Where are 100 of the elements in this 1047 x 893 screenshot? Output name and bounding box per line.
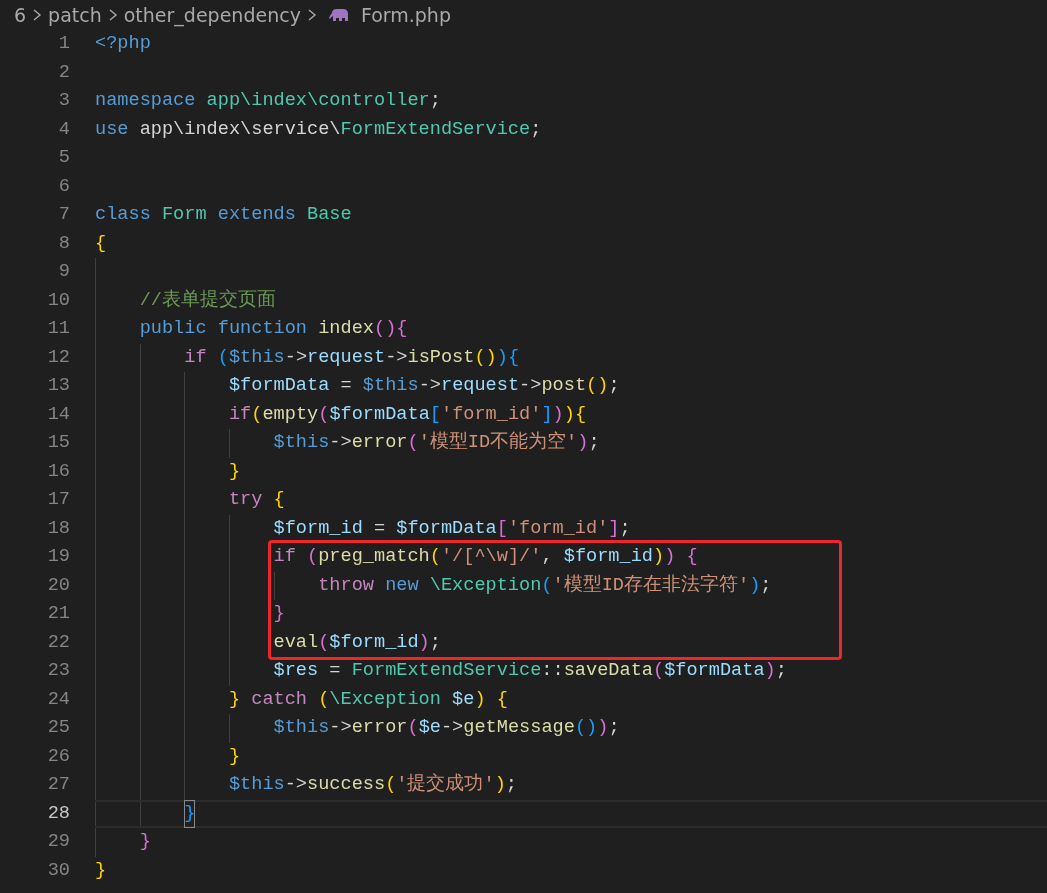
code-token: '模型ID存在非法字符' [552, 573, 750, 598]
code-token: ( [407, 431, 419, 455]
line-number: 4 [57, 117, 70, 142]
code-token: ; [608, 716, 620, 740]
code-token: -> [329, 716, 352, 740]
code-token: -> [329, 431, 352, 455]
code-token: ( [407, 716, 419, 740]
code-token: <?php [95, 32, 151, 56]
code-token: FormExtendService [340, 117, 531, 142]
code-token: '/[^\w]/' [440, 545, 542, 569]
code-token: () [574, 716, 598, 740]
code-token: ( [251, 402, 263, 427]
code-token: { [95, 231, 107, 256]
code-token: , [541, 545, 554, 569]
code-token: ; [608, 374, 620, 398]
code-token: ; [505, 773, 517, 797]
line-number: 13 [46, 374, 70, 398]
code-token: extends [217, 203, 297, 227]
code-token: namespace [95, 89, 197, 113]
code-token: getMessage [463, 716, 575, 740]
line-number: 26 [46, 744, 70, 769]
code-token: '模型ID不能为空' [418, 430, 578, 455]
code-token: ; [530, 117, 542, 142]
code-token: post [541, 374, 587, 398]
code-token: preg_match [318, 545, 430, 569]
breadcrumb-folder[interactable]: 6 [14, 0, 27, 30]
code-token: request [307, 345, 386, 370]
code-token: ){ [496, 345, 520, 370]
line-number: 7 [57, 203, 70, 227]
code-token: } [95, 858, 107, 883]
code-token: ( [541, 573, 553, 598]
code-token: -> [418, 374, 441, 398]
code-token: empty [262, 402, 319, 427]
code-token: $this [228, 773, 285, 797]
code-token: ) [577, 431, 589, 455]
code-token: ] [608, 516, 620, 541]
code-token: } [273, 602, 285, 626]
line-number: 14 [46, 402, 70, 427]
line-number: 9 [57, 260, 70, 284]
code-token: $form_id [273, 516, 363, 541]
code-token: app\index\controller [206, 89, 430, 113]
code-token: $this [362, 374, 419, 398]
code-token: $this [273, 431, 330, 455]
matched-bracket: } [184, 799, 196, 828]
code-token: throw [318, 573, 375, 598]
code-token: \Exception [329, 687, 442, 712]
code-token: ; [429, 630, 441, 655]
code-token: ] [541, 402, 553, 427]
code-token: saveData [563, 659, 653, 683]
line-number: 18 [46, 516, 70, 541]
line-number: 28 [46, 801, 70, 826]
line-number: 20 [46, 573, 70, 598]
code-token: public [139, 317, 208, 341]
line-number: 15 [46, 431, 70, 455]
code-token: 'form_id' [441, 402, 542, 427]
breadcrumb-folder[interactable]: other_dependency [123, 0, 301, 30]
code-token: 'form_id' [507, 516, 609, 541]
breadcrumb-folder[interactable]: patch [48, 0, 102, 30]
code-token: () [474, 345, 497, 370]
code-token: ( [318, 402, 330, 427]
code-token: success [307, 773, 386, 797]
code-token: ( [307, 545, 319, 569]
code-token: -> [440, 716, 464, 740]
code-token: ; [775, 659, 787, 683]
line-number: 12 [46, 345, 70, 370]
code-token: try [228, 488, 264, 512]
code-token: Form [161, 203, 208, 227]
line-number: 19 [46, 545, 70, 569]
code-token: isPost [407, 345, 475, 370]
code-token: \Exception [429, 573, 542, 598]
code-token: ; [429, 89, 441, 113]
code-token: $this [228, 345, 285, 370]
code-token: ( [217, 345, 229, 370]
breadcrumb-file[interactable]: Form.php [360, 0, 451, 30]
line-number: 22 [46, 630, 70, 655]
code-token: } [228, 459, 241, 484]
line-number: 3 [57, 89, 70, 113]
line-number: 23 [46, 659, 70, 683]
code-token: [ [429, 402, 441, 427]
code-token: -> [284, 345, 308, 370]
line-number: 1 [57, 32, 70, 56]
code-token: (){ [374, 317, 408, 341]
code-token: ) [749, 573, 761, 598]
code-token: ) { [664, 545, 698, 569]
code-token: request [440, 374, 520, 398]
code-token: = [373, 516, 387, 541]
code-token: class [95, 203, 152, 227]
line-number: 16 [46, 459, 70, 484]
code-token: -> [284, 773, 308, 797]
code-token: ) [552, 402, 564, 427]
code-token: $form_id [329, 630, 419, 655]
line-number: 10 [46, 288, 70, 313]
code-token: } [228, 744, 241, 769]
code-token: new [385, 573, 420, 598]
line-number: 5 [57, 146, 70, 170]
code-token: '提交成功' [396, 772, 495, 797]
code-token: ){ [563, 402, 587, 427]
code-token: $formData [228, 374, 330, 398]
code-token: if [228, 402, 252, 427]
line-number: 21 [46, 602, 70, 626]
